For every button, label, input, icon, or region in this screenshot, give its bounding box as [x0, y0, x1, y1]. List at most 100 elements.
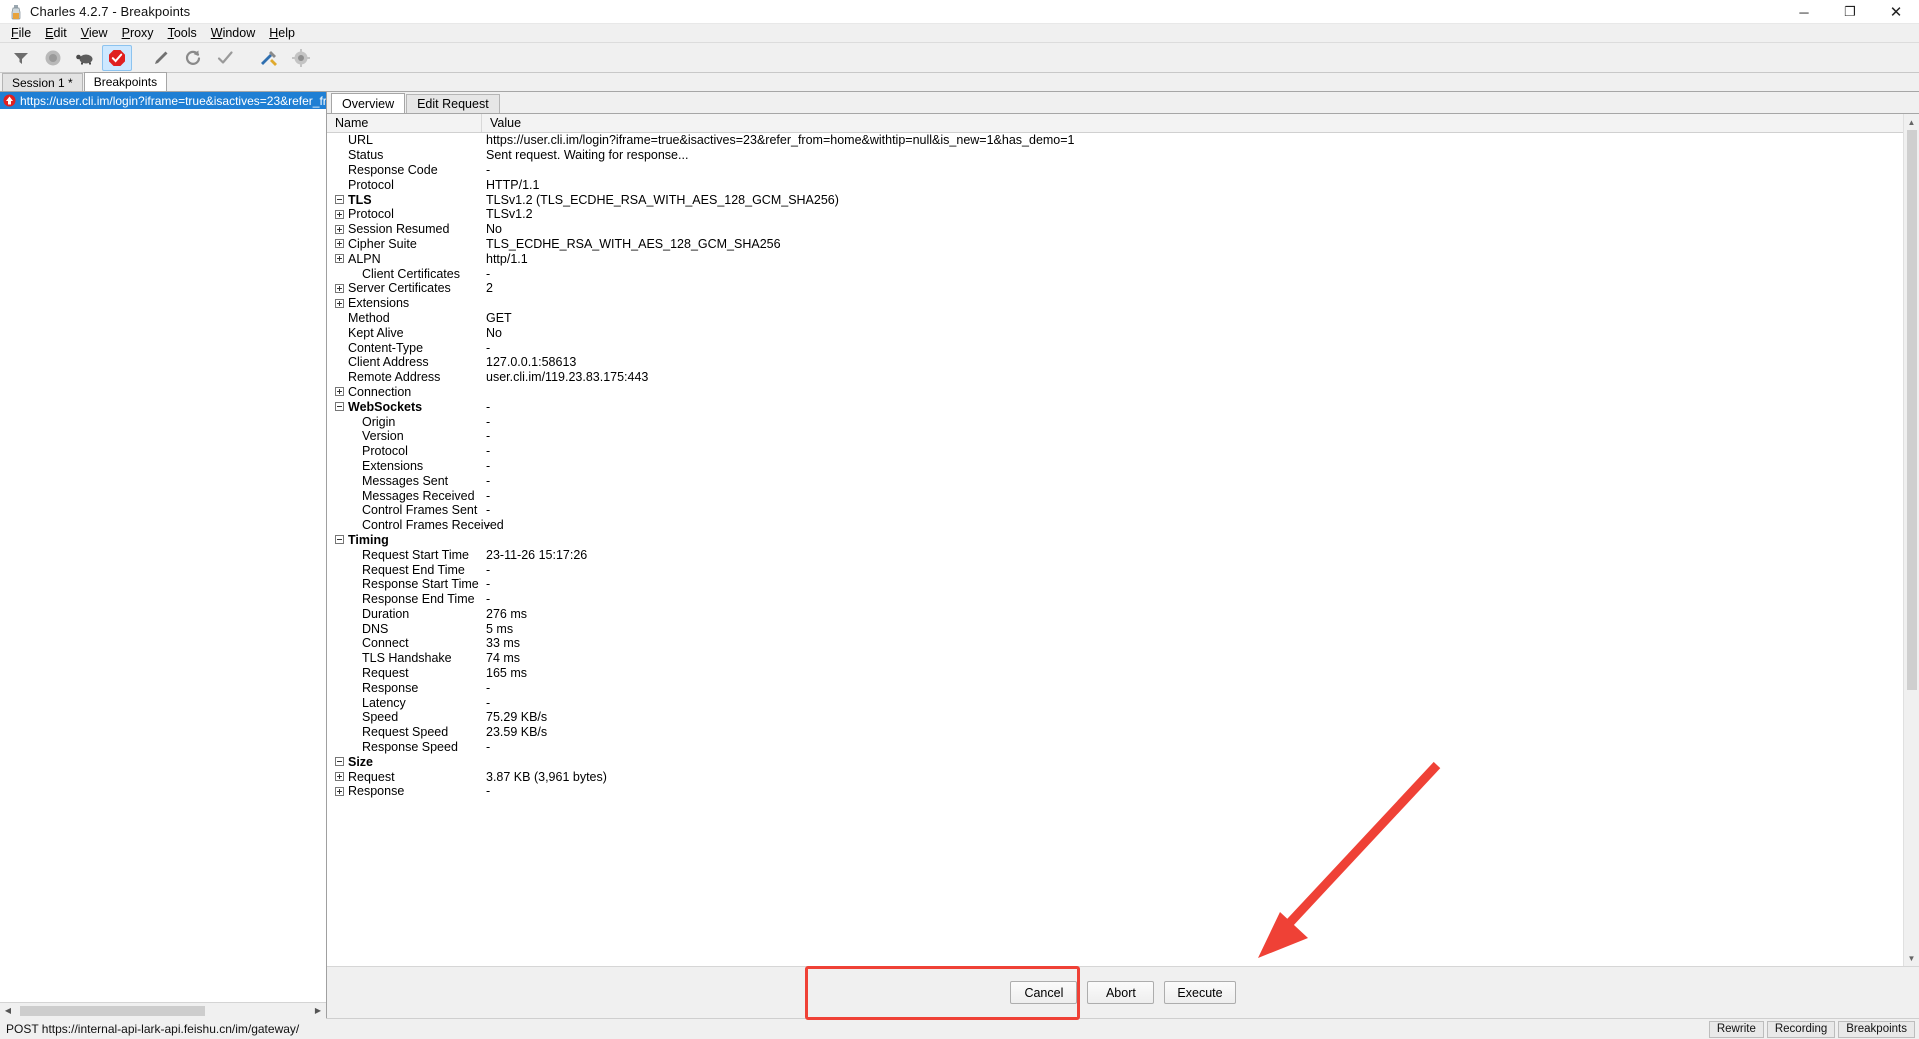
table-row[interactable]: Duration 276 ms: [327, 607, 1903, 622]
expand-icon[interactable]: [335, 772, 344, 782]
menu-item-file[interactable]: File: [4, 24, 38, 42]
table-row[interactable]: Response Start Time -: [327, 577, 1903, 592]
menu-item-proxy[interactable]: Proxy: [115, 24, 161, 42]
table-row[interactable]: Timing: [327, 533, 1903, 548]
table-row[interactable]: Messages Received -: [327, 488, 1903, 503]
table-row[interactable]: TLS TLSv1.2 (TLS_ECDHE_RSA_WITH_AES_128_G…: [327, 192, 1903, 207]
tab-overview[interactable]: Overview: [331, 93, 406, 113]
table-row[interactable]: Server Certificates 2: [327, 281, 1903, 296]
collapse-icon[interactable]: [335, 402, 344, 412]
breakpoints-status-button[interactable]: Breakpoints: [1838, 1020, 1915, 1038]
table-row[interactable]: Request End Time -: [327, 562, 1903, 577]
table-row[interactable]: Control Frames Sent -: [327, 503, 1903, 518]
validate-check-icon[interactable]: [210, 45, 240, 71]
table-row[interactable]: Version -: [327, 429, 1903, 444]
table-row[interactable]: Response Code -: [327, 163, 1903, 178]
repeat-refresh-icon[interactable]: [178, 45, 208, 71]
column-header-name[interactable]: Name: [327, 114, 482, 132]
table-row[interactable]: ALPN http/1.1: [327, 251, 1903, 266]
table-row[interactable]: Method GET: [327, 311, 1903, 326]
table-row[interactable]: Client Certificates -: [327, 266, 1903, 281]
table-row[interactable]: Session Resumed No: [327, 222, 1903, 237]
table-row[interactable]: Remote Address user.cli.im/119.23.83.175:…: [327, 370, 1903, 385]
collapse-icon[interactable]: [335, 757, 344, 767]
table-row[interactable]: Protocol HTTP/1.1: [327, 177, 1903, 192]
table-row[interactable]: Control Frames Received -: [327, 518, 1903, 533]
scroll-right-icon[interactable]: ▶: [310, 1002, 326, 1019]
table-row[interactable]: URL https://user.cli.im/login?iframe=true…: [327, 133, 1903, 148]
tab-edit-request[interactable]: Edit Request: [406, 94, 500, 113]
table-row[interactable]: Messages Sent -: [327, 473, 1903, 488]
table-row[interactable]: Response -: [327, 784, 1903, 799]
request-tree[interactable]: https://user.cli.im/login?iframe=true&is…: [0, 92, 326, 1002]
scroll-down-icon[interactable]: ▼: [1904, 950, 1919, 966]
table-row[interactable]: WebSockets -: [327, 399, 1903, 414]
expand-icon[interactable]: [335, 786, 344, 796]
table-row[interactable]: Request Start Time 23-11-26 15:17:26: [327, 547, 1903, 562]
vscroll-track[interactable]: [1904, 130, 1919, 950]
expand-icon[interactable]: [335, 254, 344, 264]
table-row[interactable]: Extensions -: [327, 459, 1903, 474]
sidebar-horizontal-scrollbar[interactable]: ◀ ▶: [0, 1002, 326, 1019]
table-row[interactable]: Status Sent request. Waiting for response…: [327, 148, 1903, 163]
clear-session-icon[interactable]: [6, 45, 36, 71]
table-row[interactable]: Protocol TLSv1.2: [327, 207, 1903, 222]
breakpoints-stop-icon[interactable]: [102, 44, 132, 71]
abort-button[interactable]: Abort: [1087, 981, 1155, 1004]
table-row[interactable]: Request 165 ms: [327, 666, 1903, 681]
maximize-button[interactable]: ❐: [1827, 0, 1873, 24]
settings-gear-icon[interactable]: [286, 45, 316, 71]
column-header-value[interactable]: Value: [482, 114, 1903, 132]
expand-icon[interactable]: [335, 283, 344, 293]
compose-pen-icon[interactable]: [146, 45, 176, 71]
expand-icon[interactable]: [335, 224, 344, 234]
table-row[interactable]: Cipher Suite TLS_ECDHE_RSA_WITH_AES_128_G…: [327, 237, 1903, 252]
throttle-turtle-icon[interactable]: [70, 45, 100, 71]
expand-icon[interactable]: [335, 209, 344, 219]
expand-icon[interactable]: [335, 239, 344, 249]
menu-item-tools[interactable]: Tools: [161, 24, 204, 42]
scroll-track[interactable]: [16, 1002, 310, 1019]
recording-status-button[interactable]: Recording: [1766, 1020, 1836, 1038]
expand-icon[interactable]: [335, 298, 344, 308]
table-row[interactable]: Response End Time -: [327, 592, 1903, 607]
table-row[interactable]: Extensions: [327, 296, 1903, 311]
table-vertical-scrollbar[interactable]: ▲ ▼: [1903, 114, 1919, 966]
table-row[interactable]: DNS 5 ms: [327, 621, 1903, 636]
table-row[interactable]: Request Speed 23.59 KB/s: [327, 725, 1903, 740]
table-row[interactable]: TLS Handshake 74 ms: [327, 651, 1903, 666]
menu-item-edit[interactable]: Edit: [38, 24, 74, 42]
cancel-button[interactable]: Cancel: [1010, 981, 1078, 1004]
collapse-icon[interactable]: [335, 195, 344, 205]
table-row[interactable]: Request 3.87 KB (3,961 bytes): [327, 769, 1903, 784]
table-row[interactable]: Response -: [327, 680, 1903, 695]
menu-item-help[interactable]: Help: [262, 24, 302, 42]
scroll-thumb[interactable]: [20, 1005, 205, 1016]
close-button[interactable]: ✕: [1873, 0, 1919, 24]
session-tab-session-1[interactable]: Session 1 *: [2, 73, 83, 91]
tree-row-selected-request[interactable]: https://user.cli.im/login?iframe=true&is…: [0, 92, 326, 109]
session-tab-breakpoints[interactable]: Breakpoints: [83, 72, 168, 91]
scroll-left-icon[interactable]: ◀: [0, 1002, 16, 1019]
minimize-button[interactable]: ─: [1781, 0, 1827, 24]
record-icon[interactable]: [38, 45, 68, 71]
table-row[interactable]: Latency -: [327, 695, 1903, 710]
vscroll-thumb[interactable]: [1907, 130, 1917, 690]
table-row[interactable]: Origin -: [327, 414, 1903, 429]
table-row[interactable]: Response Speed -: [327, 740, 1903, 755]
table-row[interactable]: Speed 75.29 KB/s: [327, 710, 1903, 725]
table-row[interactable]: Protocol -: [327, 444, 1903, 459]
table-row[interactable]: Content-Type -: [327, 340, 1903, 355]
table-row[interactable]: Kept Alive No: [327, 325, 1903, 340]
rewrite-status-button[interactable]: Rewrite: [1708, 1020, 1764, 1038]
execute-button[interactable]: Execute: [1164, 981, 1236, 1004]
menu-item-window[interactable]: Window: [204, 24, 262, 42]
table-row[interactable]: Connect 33 ms: [327, 636, 1903, 651]
expand-icon[interactable]: [335, 387, 344, 397]
table-row[interactable]: Size: [327, 754, 1903, 769]
scroll-up-icon[interactable]: ▲: [1904, 114, 1919, 130]
menu-item-view[interactable]: View: [74, 24, 115, 42]
table-row[interactable]: Connection: [327, 385, 1903, 400]
collapse-icon[interactable]: [335, 535, 344, 545]
tools-wrench-icon[interactable]: [254, 45, 284, 71]
